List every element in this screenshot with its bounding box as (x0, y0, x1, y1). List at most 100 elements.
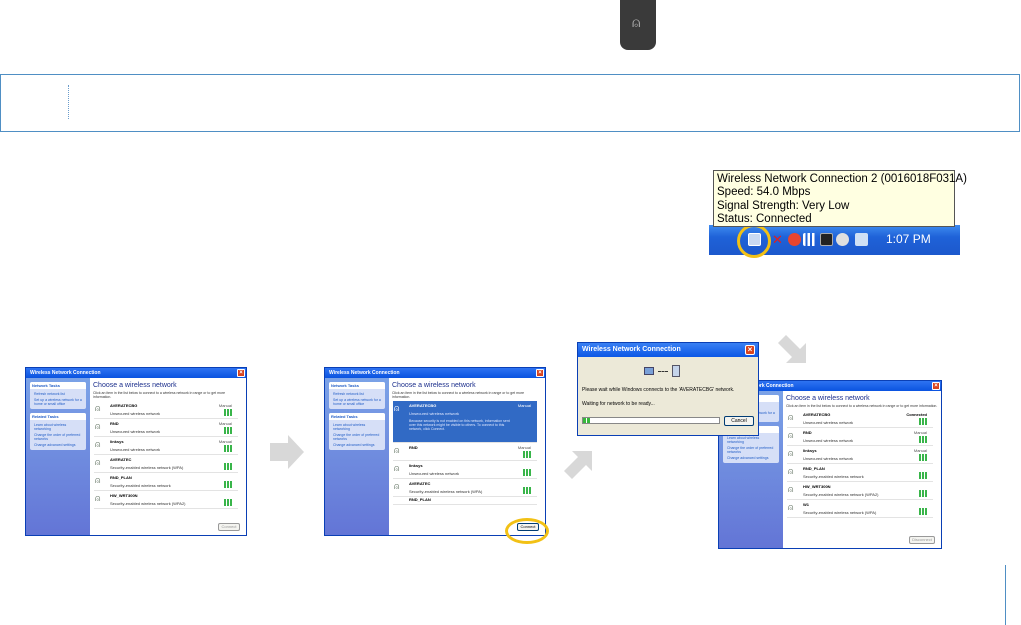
network-row[interactable]: ⍝ linksys Unsecured wireless network (393, 461, 537, 479)
page-edge-rule (1005, 565, 1006, 625)
close-button[interactable]: × (932, 382, 940, 390)
change-order-link[interactable]: Change the order of preferred networks (32, 432, 84, 442)
signal-icon (224, 445, 234, 452)
antenna-icon: ⍝ (95, 403, 101, 413)
utility-icon[interactable] (836, 233, 849, 246)
progress-bar (582, 417, 720, 424)
antenna-icon: ⍝ (95, 439, 101, 449)
antenna-icon: ⍝ (95, 475, 101, 485)
network-icon[interactable] (855, 233, 868, 246)
connect-button[interactable]: Connect (218, 523, 240, 531)
signal-icon (919, 490, 929, 497)
network-name: RND_PLAN (803, 466, 825, 471)
network-row[interactable]: ⍝ AVERATEC Security-enabled wireless netwo… (94, 455, 238, 473)
network-security: Security-enabled wireless network (WPA2) (803, 492, 879, 497)
network-status: Connected (906, 412, 927, 417)
cancel-button[interactable]: Cancel (724, 416, 754, 426)
signal-icon (919, 436, 929, 443)
down-right-arrow-icon (778, 335, 806, 363)
dialog-message: Please wait while Windows connects to th… (582, 387, 735, 393)
error-x-icon: ✕ (772, 232, 783, 247)
disconnect-button[interactable]: Disconnect (909, 536, 935, 544)
antenna-icon: ⍝ (95, 421, 101, 431)
network-row[interactable]: ⍝ W1 Security-enabled wireless network (WP… (787, 500, 933, 518)
highlight-ring-tray (737, 224, 771, 258)
network-row[interactable]: ⍝ RND Manual Unsecured wireless network (94, 419, 238, 437)
network-name: AVERATECBG (110, 403, 138, 408)
window-heading: Choose a wireless network (786, 395, 870, 402)
network-security: Security-enabled wireless network (WPA) (110, 465, 184, 470)
window-title: Wireless Network Connection (30, 370, 101, 376)
network-row[interactable]: ⍝ AVERATEC Security-enabled wireless netwo… (393, 479, 537, 497)
network-security: Security-enabled wireless network (WPA) (409, 489, 483, 494)
network-row[interactable]: ⍝ linksys Manual Unsecured wireless network (787, 446, 933, 464)
antenna-icon: ⍝ (788, 466, 794, 476)
close-button[interactable]: × (745, 345, 755, 355)
note-bar (0, 74, 1020, 132)
tooltip-status: Status: Connected (717, 213, 812, 226)
related-tasks-header: Related Tasks (30, 413, 86, 420)
antenna-icon: ⍝ (788, 448, 794, 458)
network-name: RND_PLAN (110, 475, 132, 480)
right-arrow-icon (270, 435, 304, 469)
wireless-window-1: Wireless Network Connection × Network Tas… (25, 367, 247, 536)
network-row[interactable]: ⍝ HW_WRT300N Security-enabled wireless net… (94, 491, 238, 509)
network-name: W1 (803, 502, 809, 507)
close-button[interactable]: × (536, 369, 544, 377)
network-status: Manual (517, 445, 531, 450)
network-name: RND (803, 430, 812, 435)
network-name: AVERATECBG (409, 403, 437, 408)
network-status: Manual (218, 439, 232, 444)
network-row[interactable]: RND_PLAN (393, 497, 537, 505)
setup-link[interactable]: Set up a wireless network for a home or … (32, 397, 84, 407)
network-row[interactable]: ⍝ AVERATECBG Connected Unsecured wireless n… (787, 410, 933, 428)
signal-icon (523, 451, 533, 458)
network-row[interactable]: ⍝ RND_PLAN Security-enabled wireless netwo… (787, 464, 933, 482)
signal-icon (523, 469, 533, 476)
network-row[interactable]: ⍝ HW_WRT300N Security-enabled wireless net… (787, 482, 933, 500)
up-right-arrow-icon (564, 451, 592, 479)
signal-icon (224, 499, 234, 506)
network-name: HW_WRT300N (803, 484, 831, 489)
signal-icon (224, 463, 234, 470)
setup-link[interactable]: Set up a wireless network for a home or … (331, 397, 383, 407)
volume-icon[interactable] (820, 233, 833, 246)
change-advanced-link[interactable]: Change advanced settings (32, 442, 84, 448)
highlight-ring-connect (505, 518, 549, 544)
task-sidebar: Network Tasks Refresh network list Set u… (26, 378, 90, 535)
learn-link[interactable]: Learn about wireless networking (331, 422, 383, 432)
antenna-icon: ⍝ (95, 457, 101, 467)
top-page-tab: ⍝ (620, 0, 656, 50)
learn-link[interactable]: Learn about wireless networking (725, 435, 777, 445)
network-row[interactable]: ⍝ RND Manual (393, 443, 537, 461)
progress-fill (583, 418, 590, 423)
network-status: Manual (218, 403, 232, 408)
network-name: HW_WRT300N (110, 493, 138, 498)
antenna-icon: ⍝ (394, 481, 400, 491)
change-advanced-link[interactable]: Change advanced settings (331, 442, 383, 448)
change-advanced-link[interactable]: Change advanced settings (725, 455, 777, 461)
signal-icon (919, 418, 929, 425)
network-status: Manual (517, 403, 531, 408)
close-button[interactable]: × (237, 369, 245, 377)
network-row[interactable]: ⍝ RND Manual Unsecured wireless network (787, 428, 933, 446)
network-status: Manual (913, 448, 927, 453)
note-divider (68, 85, 69, 119)
security-icon[interactable] (788, 233, 801, 246)
change-order-link[interactable]: Change the order of preferred networks (331, 432, 383, 442)
network-row[interactable]: ⍝ linksys Manual Unsecured wireless network (94, 437, 238, 455)
network-row-selected[interactable]: ⍝ AVERATECBG Manual Unsecured wireless netw… (393, 401, 537, 443)
network-row[interactable]: ⍝ RND_PLAN Security-enabled wireless netwo… (94, 473, 238, 491)
change-order-link[interactable]: Change the order of preferred networks (725, 445, 777, 455)
signal-bars-icon[interactable] (803, 233, 816, 246)
connecting-dialog: Wireless Network Connection × Please wait… (577, 342, 759, 436)
network-security: Security-enabled wireless network (WPA2) (110, 501, 186, 506)
signal-icon (919, 454, 929, 461)
network-tasks-header: Network Tasks (30, 382, 86, 389)
network-row[interactable]: ⍝ AVERATECBG Manual Unsecured wireless netw… (94, 401, 238, 419)
learn-link[interactable]: Learn about wireless networking (32, 422, 84, 432)
window-heading: Choose a wireless network (93, 382, 177, 389)
antenna-icon: ⍝ (788, 484, 794, 494)
network-security: Unsecured wireless network (803, 438, 854, 443)
signal-icon (224, 409, 234, 416)
